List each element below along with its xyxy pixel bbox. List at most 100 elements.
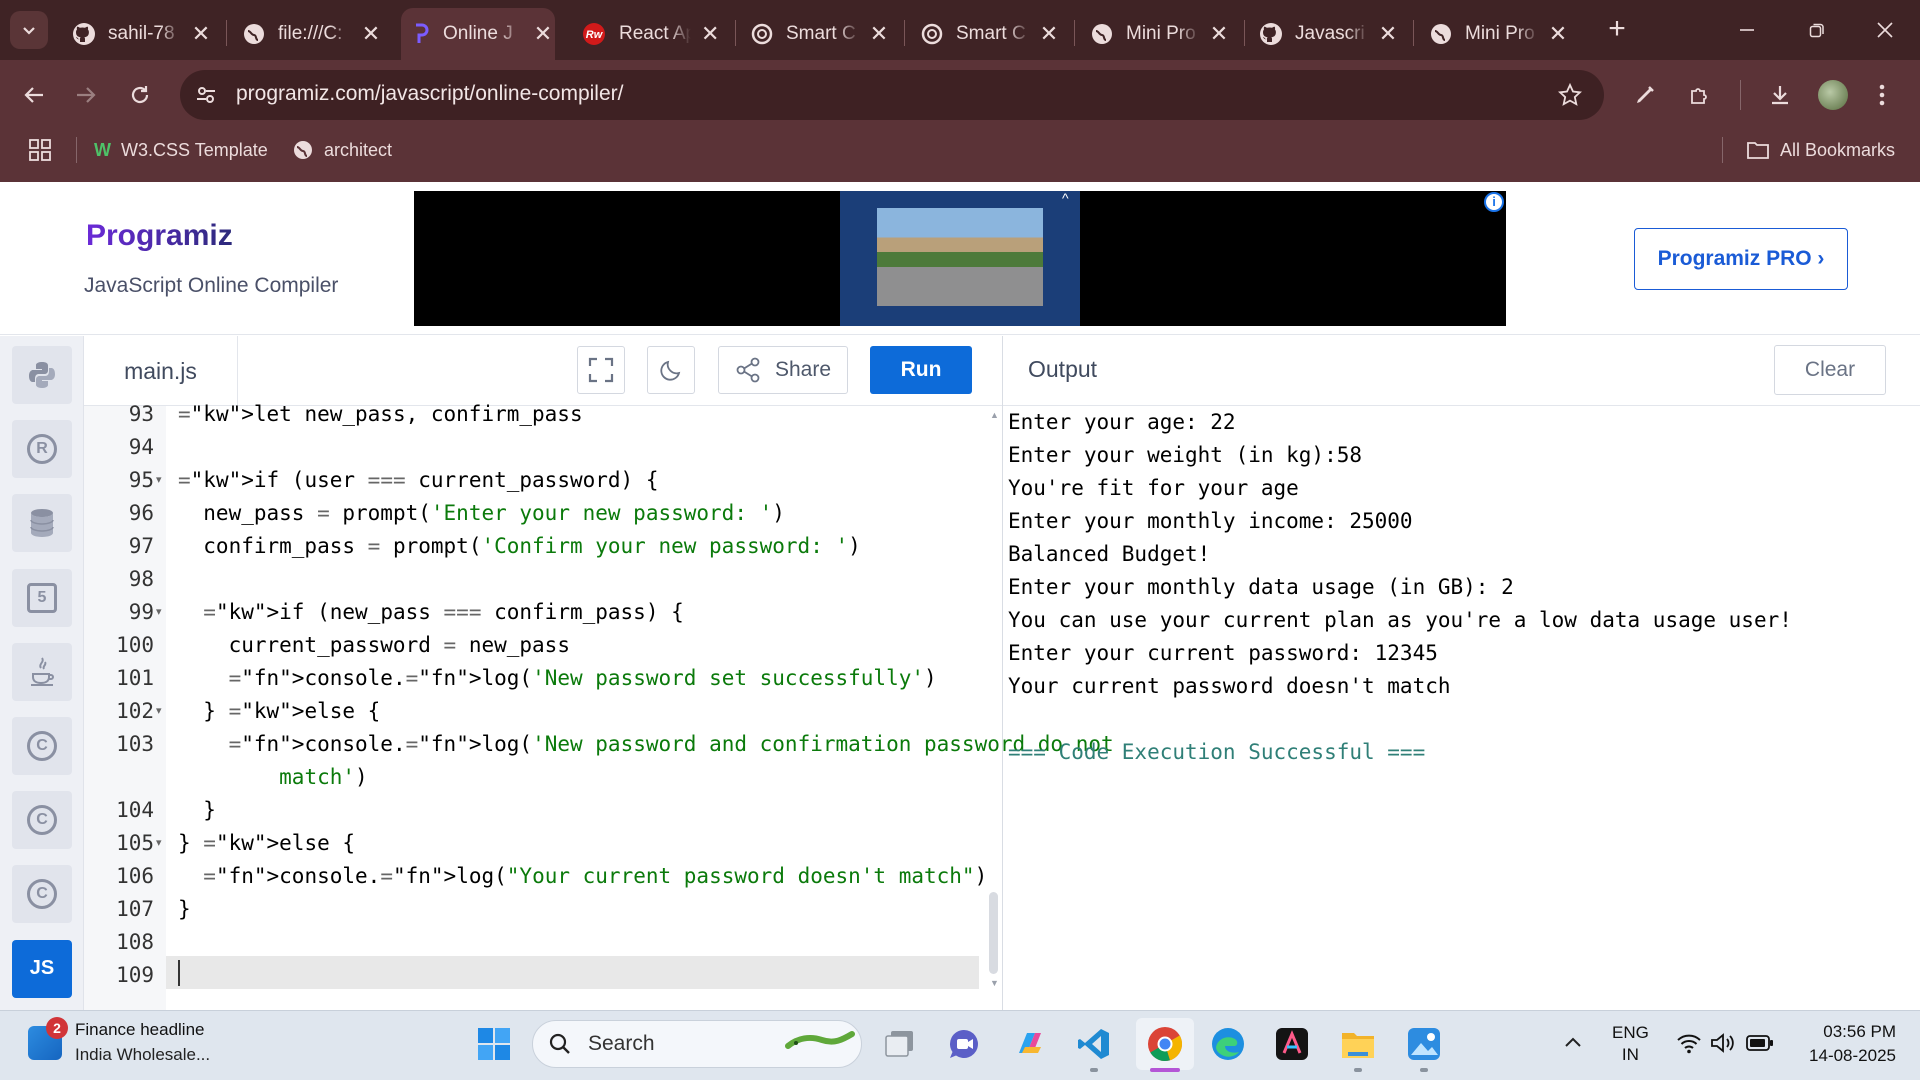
close-tab-icon[interactable]: ✕ — [868, 21, 890, 47]
news-title[interactable]: Finance headline — [75, 1020, 204, 1040]
close-tab-icon[interactable]: ✕ — [1547, 21, 1569, 47]
copilot-button[interactable] — [1008, 1022, 1052, 1066]
code-line[interactable]: ="fn">console.="fn">log('New password se… — [178, 662, 937, 695]
pen-button[interactable] — [1625, 75, 1665, 115]
apps-button[interactable] — [20, 130, 60, 170]
all-bookmarks-button[interactable]: All Bookmarks — [1746, 132, 1895, 168]
menu-button[interactable] — [1862, 75, 1902, 115]
wifi-icon[interactable] — [1676, 1032, 1702, 1054]
code-line[interactable]: ="fn">console.="fn">log("Your current pa… — [178, 860, 987, 893]
ad-photo[interactable] — [877, 208, 1043, 306]
language-html5[interactable]: 5 — [12, 568, 72, 627]
code-line[interactable]: current_password = new_pass — [178, 629, 570, 662]
tab-8[interactable]: Javascri ✕ — [1249, 8, 1399, 60]
bookmark-star-button[interactable] — [1550, 75, 1590, 115]
restore-button[interactable] — [1787, 10, 1847, 50]
share-button[interactable]: Share — [718, 346, 848, 394]
tab-9[interactable]: Mini Pro ✕ — [1419, 8, 1569, 60]
language-r[interactable]: R — [12, 420, 72, 479]
dark-mode-button[interactable] — [647, 346, 695, 394]
tab-4[interactable]: Rw React Ap ✕ — [571, 8, 721, 60]
site-info-button[interactable] — [186, 75, 226, 115]
scroll-up-arrow[interactable]: ▲ — [990, 410, 999, 420]
bookmark-architect[interactable]: architect — [292, 132, 392, 168]
task-view-button[interactable] — [878, 1022, 922, 1066]
code-line[interactable]: } ="kw">else { — [178, 695, 380, 728]
start-button[interactable] — [472, 1022, 516, 1066]
code-line[interactable]: ="kw">if (user === current_password) { — [178, 464, 658, 497]
language-python[interactable] — [12, 346, 72, 404]
close-tab-icon[interactable]: ✕ — [190, 21, 212, 47]
code-line[interactable]: ="kw">let new_pass, confirm_pass — [178, 398, 583, 431]
close-tab-icon[interactable]: ✕ — [699, 21, 721, 47]
file-explorer-button[interactable] — [1336, 1022, 1380, 1066]
downloads-button[interactable] — [1760, 75, 1800, 115]
code-line[interactable]: } — [178, 893, 191, 926]
code-line[interactable]: new_pass = prompt('Enter your new passwo… — [178, 497, 785, 530]
close-window-button[interactable] — [1855, 10, 1915, 50]
language-js[interactable]: JS — [12, 939, 72, 998]
panel-divider[interactable] — [1002, 336, 1003, 1010]
bookmark-w3css[interactable]: W W3.CSS Template — [94, 132, 268, 168]
code-line[interactable]: ="fn">console.="fn">log('New password an… — [178, 728, 1114, 761]
code-line[interactable]: confirm_pass = prompt('Confirm your new … — [178, 530, 861, 563]
close-tab-icon[interactable]: ✕ — [360, 21, 382, 47]
avatar[interactable] — [1818, 80, 1848, 110]
teams-button[interactable] — [942, 1022, 986, 1066]
ad-collapse-icon[interactable]: ^ — [1062, 190, 1069, 206]
code-line[interactable]: } — [178, 794, 216, 827]
tab-search-button[interactable] — [10, 11, 48, 49]
line-number: 106 — [116, 864, 154, 888]
js-icon: JS — [29, 957, 55, 980]
scroll-down-arrow[interactable]: ▼ — [990, 978, 999, 988]
fold-arrow-icon[interactable]: ▾ — [156, 695, 162, 728]
edge-button[interactable] — [1206, 1022, 1250, 1066]
globe-icon — [292, 139, 314, 161]
new-tab-button[interactable]: + — [1600, 12, 1634, 46]
close-tab-icon[interactable]: ✕ — [1038, 21, 1060, 47]
tab-6[interactable]: Smart C ✕ — [910, 8, 1060, 60]
chevron-up-icon[interactable] — [1564, 1034, 1582, 1050]
fold-arrow-icon[interactable]: ▾ — [156, 596, 162, 629]
fold-arrow-icon[interactable]: ▾ — [156, 464, 162, 497]
programiz-pro-button[interactable]: Programiz PRO › — [1634, 228, 1848, 290]
extensions-button[interactable] — [1680, 75, 1720, 115]
ad-info-icon[interactable]: i — [1484, 192, 1504, 212]
chrome-button[interactable] — [1136, 1018, 1194, 1070]
language-cpp[interactable]: C — [12, 791, 72, 850]
language-sql[interactable] — [12, 494, 72, 553]
language-java[interactable] — [12, 642, 72, 701]
close-tab-icon[interactable]: ✕ — [1208, 21, 1230, 47]
tab-2[interactable]: file:///C: ✕ — [232, 8, 382, 60]
clear-button[interactable]: Clear — [1774, 345, 1886, 395]
forward-button[interactable] — [66, 75, 106, 115]
tab-5[interactable]: Smart C ✕ — [740, 8, 890, 60]
fold-arrow-icon[interactable]: ▾ — [156, 827, 162, 860]
close-tab-icon[interactable]: ✕ — [531, 21, 555, 47]
battery-icon[interactable] — [1746, 1034, 1774, 1052]
tab-1[interactable]: sahil-78 ✕ — [62, 8, 212, 60]
code-line[interactable]: } ="kw">else { — [178, 827, 355, 860]
system-clock[interactable]: 03:56 PM 14-08-2025 — [1786, 1020, 1896, 1068]
reload-button[interactable] — [120, 75, 160, 115]
volume-icon[interactable] — [1710, 1032, 1736, 1054]
input-language-indicator[interactable]: ENG IN — [1612, 1022, 1649, 1066]
affinity-button[interactable] — [1270, 1022, 1314, 1066]
fullscreen-button[interactable] — [577, 346, 625, 394]
photos-button[interactable] — [1402, 1022, 1446, 1066]
run-button[interactable]: Run — [870, 346, 972, 394]
tab-7[interactable]: Mini Pro ✕ — [1080, 8, 1230, 60]
editor-scroll-thumb[interactable] — [989, 892, 998, 974]
close-tab-icon[interactable]: ✕ — [1377, 21, 1399, 47]
back-button[interactable] — [14, 75, 54, 115]
programiz-logo[interactable]: Programiz — [86, 219, 233, 253]
language-csharp[interactable]: C — [12, 865, 72, 924]
minimize-button[interactable] — [1717, 10, 1777, 50]
code-line[interactable]: ="kw">if (new_pass === confirm_pass) { — [178, 596, 683, 629]
code-line[interactable]: match') — [178, 761, 368, 794]
file-tab[interactable]: main.js — [84, 336, 238, 406]
language-c[interactable]: C — [12, 717, 72, 775]
news-subtitle[interactable]: India Wholesale... — [75, 1045, 210, 1065]
tab-3[interactable]: Online J ✕ — [401, 8, 555, 60]
vscode-button[interactable] — [1072, 1022, 1116, 1066]
